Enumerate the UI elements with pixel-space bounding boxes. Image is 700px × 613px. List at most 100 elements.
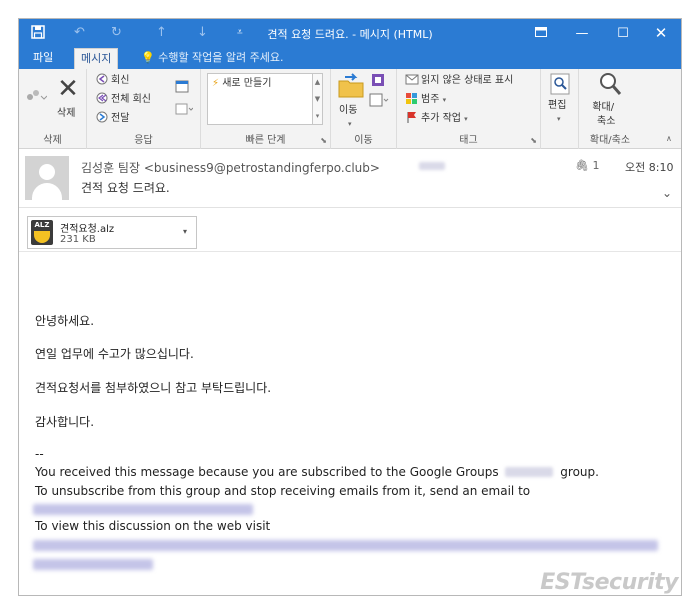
maximize-icon[interactable]: ☐ [603, 19, 643, 48]
body-separator: -- [35, 447, 44, 461]
redacted-discussion-link[interactable] [33, 540, 658, 551]
mark-unread-button[interactable]: 읽지 않은 상태로 표시 [405, 73, 513, 88]
edit-dropdown-icon[interactable]: ▾ [557, 112, 561, 126]
lightning-icon: ⚡ [212, 78, 220, 89]
body-greeting: 안녕하세요. [35, 314, 95, 328]
move-button[interactable]: 이동 [339, 104, 357, 118]
move-folder-icon [337, 73, 365, 104]
envelope-icon [405, 74, 419, 85]
close-icon[interactable]: ✕ [641, 19, 681, 48]
quick-steps-scroll[interactable]: ▲ ▼ ▾ [313, 73, 323, 125]
ribbon-group-delete: ✕ 삭제 삭제 [19, 69, 87, 149]
quick-step-new-label: 새로 만들기 [222, 78, 272, 89]
forward-label: 전달 [111, 113, 130, 124]
avatar [25, 156, 69, 200]
zoom-label-line1: 확대/ [592, 102, 615, 113]
footer-subscribed-text: You received this message because you ar… [35, 465, 499, 479]
ribbon-group-quick-steps: ⚡ 새로 만들기 ▲ ▼ ▾ 빠른 단계 ⬊ [201, 69, 331, 149]
tell-me-box[interactable]: 💡 수행할 작업을 알려 주세요. [141, 48, 284, 69]
reply-label: 회신 [111, 75, 130, 86]
rules-icon[interactable] [371, 73, 385, 92]
footer-group-suffix: group. [560, 465, 599, 479]
ribbon-group-label: 이동 [354, 135, 373, 146]
redacted-group-name [505, 467, 554, 477]
body-closing: 감사합니다. [35, 415, 95, 429]
forward-icon [96, 111, 108, 123]
flag-icon [407, 112, 416, 123]
move-dropdown-icon[interactable]: ▾ [348, 117, 352, 131]
meeting-icon[interactable] [175, 79, 189, 98]
redacted-discussion-link-cont[interactable] [33, 559, 153, 570]
ribbon-group-move: 이동 ▾ 이동 [331, 69, 397, 149]
actions-icon[interactable] [369, 93, 389, 112]
expand-header-icon[interactable]: ⌄ [662, 186, 672, 200]
divider [19, 251, 681, 252]
alz-archive-icon: ALZ [31, 220, 53, 245]
received-time: 오전 8:10 [625, 161, 674, 174]
more-respond-icon[interactable] [175, 103, 194, 120]
categorize-label: 범주 [421, 94, 440, 105]
ignore-icon[interactable] [25, 87, 48, 108]
ribbon: ✕ 삭제 삭제 회신 전체 회신 전달 응답 ⚡ 새로 만들기 ▲ ▼ ▾ 빠른… [19, 69, 681, 149]
dialog-launcher-icon[interactable]: ⬊ [530, 136, 537, 145]
mark-unread-label: 읽지 않은 상태로 표시 [421, 75, 514, 86]
body-line-2: 견적요청서를 첨부하였으니 참고 부탁드립니다. [35, 381, 272, 395]
delete-button[interactable]: 삭제 [57, 107, 75, 121]
ribbon-tabs: 파일 메시지 💡 수행할 작업을 알려 주세요. [19, 48, 681, 69]
ribbon-display-options-icon[interactable] [521, 19, 561, 48]
follow-up-label: 추가 작업 [421, 113, 461, 124]
ribbon-group-tags: 읽지 않은 상태로 표시 범주 ▾ 추가 작업 ▾ 태그 ⬊ [397, 69, 541, 149]
reply-icon [96, 73, 108, 85]
attachment-indicator: 🖇 1 [575, 159, 599, 172]
redacted-recipient [419, 162, 445, 170]
paperclip-icon: 🖇 [575, 159, 589, 172]
message-subject: 견적 요청 드려요. [81, 181, 170, 195]
dialog-launcher-icon[interactable]: ⬊ [320, 136, 327, 145]
categorize-button[interactable]: 범주 ▾ [405, 92, 446, 107]
reply-all-button[interactable]: 전체 회신 [95, 92, 151, 107]
ribbon-group-editing: 편집 ▾ [541, 69, 579, 149]
ribbon-group-label: 삭제 [43, 135, 62, 146]
ribbon-group-label: 태그 [459, 135, 478, 146]
reply-all-label: 전체 회신 [111, 94, 151, 105]
title-bar: ↶ ↻ ↑ ↓ ⩡ 견적 요청 드려요. - 메시지 (HTML) — ☐ ✕ [19, 19, 681, 48]
zoom-magnifier-icon[interactable] [597, 71, 623, 102]
ribbon-group-label: 응답 [134, 135, 153, 146]
edit-button[interactable]: 편집 [548, 99, 566, 113]
attachment-size: 231 KB [60, 234, 96, 245]
reply-all-icon [96, 92, 108, 104]
delete-x-icon[interactable]: ✕ [53, 75, 83, 103]
collapse-ribbon-icon[interactable]: ∧ [666, 132, 672, 146]
tab-message[interactable]: 메시지 [74, 48, 119, 69]
message-header: 김성훈 팀장 <business9@petrostandingferpo.clu… [19, 150, 681, 208]
footer-view-discussion-line: To view this discussion on the web visit [35, 519, 271, 533]
follow-up-button[interactable]: 추가 작업 ▾ [405, 111, 468, 126]
categorize-icon [406, 93, 417, 104]
attachment-dropdown-icon[interactable]: ▾ [183, 227, 187, 236]
quick-step-new[interactable]: ⚡ 새로 만들기 [212, 77, 271, 91]
minimize-icon[interactable]: — [562, 19, 602, 48]
tab-file[interactable]: 파일 [27, 48, 59, 69]
attachment-name: 견적요청.alz [60, 224, 115, 235]
ribbon-group-respond: 회신 전체 회신 전달 응답 [87, 69, 201, 149]
footer-subscribed-line: You received this message because you ar… [35, 465, 599, 479]
sender-address[interactable]: 김성훈 팀장 <business9@petrostandingferpo.clu… [81, 159, 380, 176]
ribbon-group-zoom: 확대/ 축소 확대/축소 [579, 69, 641, 149]
lightbulb-icon: 💡 [141, 51, 155, 64]
watermark-logo: ESTsecurity [540, 570, 678, 595]
tell-me-text: 수행할 작업을 알려 주세요. [158, 51, 284, 64]
outlook-message-window: ↶ ↻ ↑ ↓ ⩡ 견적 요청 드려요. - 메시지 (HTML) — ☐ ✕ … [18, 18, 682, 596]
footer-unsubscribe-line: To unsubscribe from this group and stop … [35, 484, 531, 498]
ribbon-group-label: 확대/축소 [589, 135, 631, 146]
body-line-1: 연일 업무에 수고가 많으십니다. [35, 347, 194, 361]
quick-steps-gallery[interactable]: ⚡ 새로 만들기 [207, 73, 313, 125]
reply-button[interactable]: 회신 [95, 73, 129, 88]
find-icon[interactable] [550, 73, 570, 100]
attachment-card[interactable]: ALZ 견적요청.alz 231 KB ▾ [27, 216, 197, 249]
attachment-count: 1 [592, 159, 600, 172]
ribbon-group-label: 빠른 단계 [245, 135, 286, 146]
zoom-button[interactable]: 확대/ 축소 [591, 101, 615, 129]
forward-button[interactable]: 전달 [95, 111, 129, 126]
zoom-label-line2: 축소 [597, 116, 616, 127]
redacted-unsubscribe-link[interactable] [33, 504, 253, 515]
